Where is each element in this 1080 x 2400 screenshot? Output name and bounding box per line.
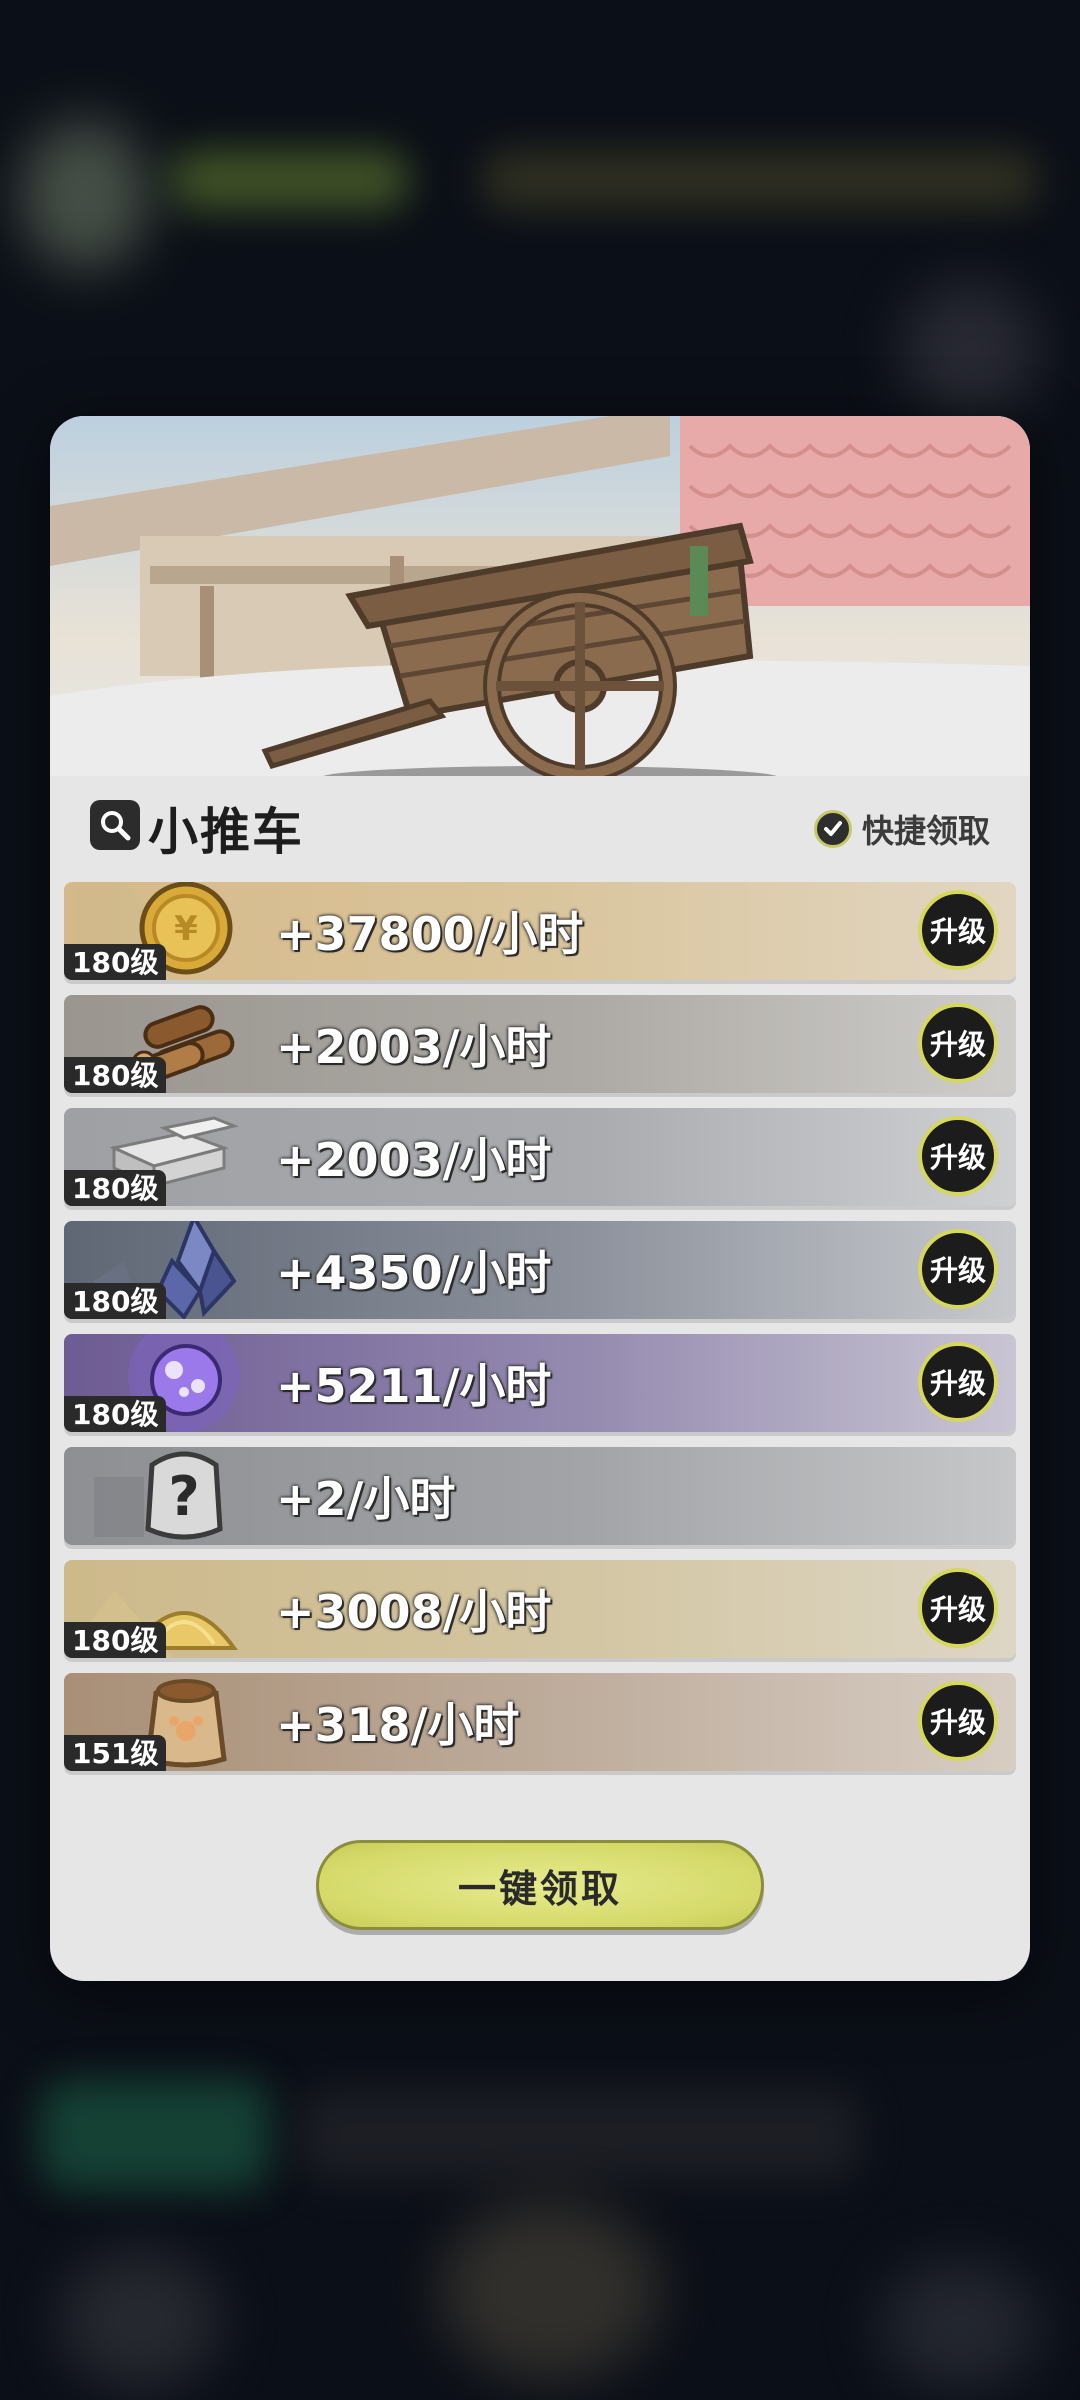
check-icon <box>813 810 852 848</box>
level-badge: 180级 <box>64 1057 167 1093</box>
upgrade-button[interactable]: 升级 <box>918 1342 998 1422</box>
resource-row-wood: 180级 +2003/小时 升级 <box>64 995 1016 1093</box>
production-rate: +2003/小时 <box>276 1020 552 1074</box>
level-badge: 180级 <box>64 1283 167 1319</box>
bg-avatar-blur <box>20 120 150 270</box>
upgrade-button[interactable]: 升级 <box>918 1229 998 1309</box>
upgrade-button[interactable]: 升级 <box>918 1681 998 1761</box>
bg-circle-blur <box>440 2200 660 2380</box>
resource-row-unknown: ? +2/小时 <box>64 1447 1016 1545</box>
resource-row-crystal: 180级 +4350/小时 升级 <box>64 1221 1016 1319</box>
resource-row-purple-orb: 180级 +5211/小时 升级 <box>64 1334 1016 1432</box>
svg-text:¥: ¥ <box>174 909 198 949</box>
level-badge: 180级 <box>64 944 167 980</box>
claim-all-button[interactable]: 一键领取 <box>316 1840 764 1930</box>
production-rate: +318/小时 <box>276 1698 520 1752</box>
bg-bar-blur <box>300 2090 860 2180</box>
level-badge: 180级 <box>64 1396 167 1432</box>
bg-bar-blur <box>170 150 410 210</box>
bg-circle-blur <box>880 2260 1040 2390</box>
bg-circle-blur <box>900 280 1040 420</box>
level-badge: 180级 <box>64 1170 167 1206</box>
svg-text:?: ? <box>168 1465 199 1528</box>
production-rate: +5211/小时 <box>276 1359 552 1413</box>
cart-hero-image <box>50 416 1030 776</box>
resource-row-gold: ¥ 180级 +37800/小时 升级 <box>64 882 1016 980</box>
upgrade-button[interactable]: 升级 <box>918 890 998 970</box>
resource-row-stone: 180级 +2003/小时 升级 <box>64 1108 1016 1206</box>
production-rate: +37800/小时 <box>276 907 584 961</box>
production-rate: +3008/小时 <box>276 1585 552 1639</box>
search-icon[interactable] <box>90 800 140 850</box>
cart-illustration <box>50 416 1030 776</box>
level-badge: 151级 <box>64 1735 167 1771</box>
upgrade-button[interactable]: 升级 <box>918 1003 998 1083</box>
panel-header: 小推车 快捷领取 <box>90 788 990 868</box>
bg-bar-blur <box>480 150 1040 210</box>
upgrade-button[interactable]: 升级 <box>918 1568 998 1648</box>
quick-claim-toggle[interactable]: 快捷领取 <box>813 804 990 854</box>
resource-list: ¥ 180级 +37800/小时 升级 180级 +2003/小时 升级 180… <box>64 882 1016 1786</box>
production-rate: +2003/小时 <box>276 1133 552 1187</box>
panel-title: 小推车 <box>148 803 304 861</box>
quick-claim-label: 快捷领取 <box>861 812 990 850</box>
level-badge: 180级 <box>64 1622 167 1658</box>
upgrade-button[interactable]: 升级 <box>918 1116 998 1196</box>
resource-row-sand: 180级 +3008/小时 升级 <box>64 1560 1016 1658</box>
mystery-helmet-icon: ? <box>94 1451 223 1540</box>
bg-circle-blur <box>60 2250 220 2390</box>
production-rate: +4350/小时 <box>276 1246 552 1300</box>
production-rate: +2/小时 <box>276 1472 456 1526</box>
resource-row-sack: 151级 +318/小时 升级 <box>64 1673 1016 1771</box>
bg-bar-blur <box>40 2080 270 2190</box>
cart-panel: 小推车 快捷领取 ¥ 180级 +37800/小时 升级 180级 +2003/… <box>50 416 1030 1981</box>
